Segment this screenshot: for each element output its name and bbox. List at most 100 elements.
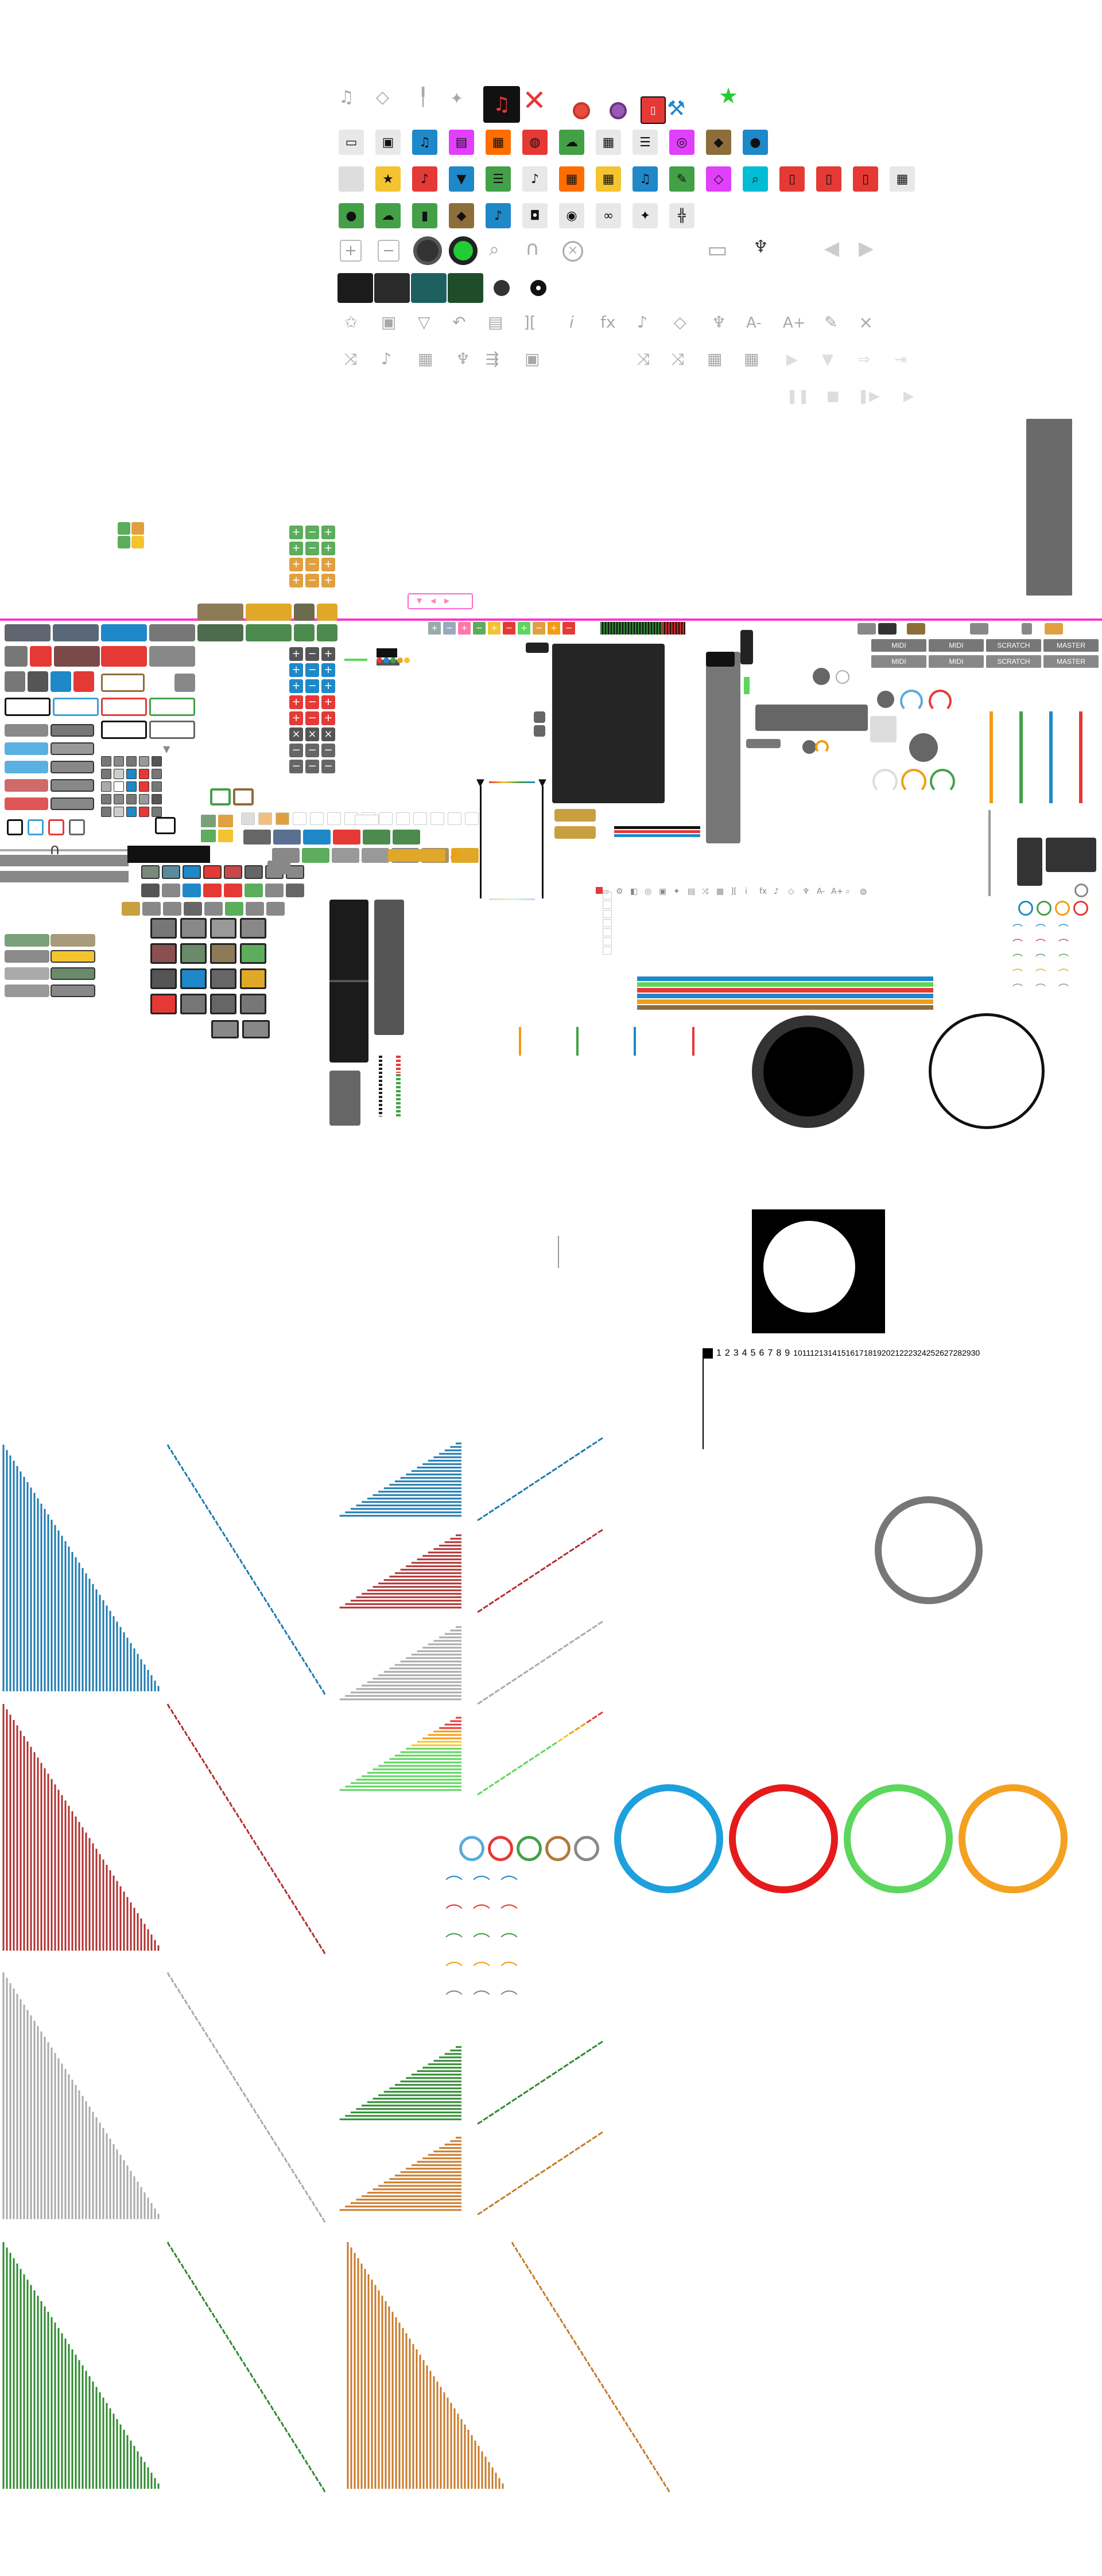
green-outline-button[interactable] bbox=[149, 698, 195, 716]
grid-button[interactable] bbox=[393, 830, 420, 845]
outline-square-green[interactable] bbox=[210, 788, 231, 806]
grid-button-large[interactable] bbox=[210, 994, 236, 1014]
maroon-button[interactable] bbox=[54, 646, 100, 667]
grid-button[interactable] bbox=[163, 902, 181, 916]
mini-toggle[interactable] bbox=[114, 769, 124, 779]
mini-toggle[interactable] bbox=[126, 756, 137, 766]
shuffle-alt-icon[interactable]: ⤨ bbox=[672, 351, 684, 367]
strip-icon[interactable]: ◍ bbox=[860, 887, 867, 896]
tab-scratch[interactable]: SCRATCH bbox=[986, 655, 1041, 668]
blue-square[interactable] bbox=[51, 671, 71, 692]
grid-button-large[interactable] bbox=[150, 968, 177, 989]
stepper-plus-button[interactable]: + bbox=[289, 542, 303, 555]
outline-square-gray[interactable] bbox=[69, 819, 85, 835]
slate-button[interactable] bbox=[53, 624, 99, 641]
strip-icon[interactable]: A- bbox=[817, 887, 825, 896]
grid-button[interactable] bbox=[141, 865, 160, 879]
tab-midi[interactable]: MIDI bbox=[871, 639, 926, 652]
knob-green[interactable] bbox=[449, 236, 478, 265]
mini-toggle[interactable] bbox=[101, 769, 111, 779]
stepper-minus-button[interactable]: − bbox=[305, 744, 319, 757]
outline-square[interactable] bbox=[155, 817, 176, 834]
prev-icon[interactable]: ◀ bbox=[824, 239, 839, 258]
stepper-minus-button[interactable]: − bbox=[321, 744, 335, 757]
filter-icon[interactable]: ▽ bbox=[418, 314, 430, 330]
stepper-plus-button[interactable]: + bbox=[321, 558, 335, 571]
mini-toolbar-button[interactable]: + bbox=[548, 622, 560, 635]
tab-master[interactable]: MASTER bbox=[1043, 639, 1099, 652]
font-smaller-icon[interactable]: A- bbox=[746, 316, 762, 330]
green-button[interactable] bbox=[294, 624, 315, 641]
toolbar-mini-button[interactable] bbox=[379, 812, 393, 825]
strip-icon[interactable]: ◧ bbox=[630, 887, 638, 896]
toolbar-mini-button[interactable] bbox=[241, 812, 255, 825]
stepper-plus-button[interactable]: + bbox=[321, 711, 335, 725]
mini-toggle[interactable] bbox=[152, 781, 162, 792]
strip-icon[interactable]: fx bbox=[759, 887, 767, 896]
music-list-icon[interactable]: ♪ bbox=[381, 351, 391, 367]
stepper-close-button[interactable]: × bbox=[289, 727, 303, 741]
gray-bar[interactable] bbox=[5, 724, 48, 737]
headphones-icon[interactable]: ∩ bbox=[525, 239, 540, 258]
strip-icon[interactable] bbox=[603, 937, 612, 945]
gray-button[interactable] bbox=[149, 646, 195, 667]
header-chip[interactable] bbox=[970, 623, 988, 635]
red-square[interactable] bbox=[30, 646, 52, 667]
grid-button-large[interactable] bbox=[150, 943, 177, 964]
grid-button[interactable] bbox=[286, 884, 304, 897]
stepper-plus-button[interactable]: + bbox=[289, 695, 303, 709]
gray-square[interactable] bbox=[174, 674, 195, 692]
yellow-bar[interactable] bbox=[51, 950, 95, 963]
dark-square[interactable] bbox=[28, 671, 48, 692]
header-chip[interactable] bbox=[1045, 623, 1063, 635]
header-chip[interactable] bbox=[878, 623, 897, 635]
grid-button[interactable] bbox=[362, 848, 389, 863]
blue-button[interactable] bbox=[101, 624, 147, 641]
toolbar-mini-button[interactable] bbox=[413, 812, 427, 825]
pink-tab-icon[interactable]: ▼ bbox=[417, 597, 422, 605]
stepper-minus-button[interactable]: − bbox=[289, 744, 303, 757]
gray-button[interactable] bbox=[5, 624, 51, 641]
knob-gray-large[interactable] bbox=[909, 733, 938, 762]
grid-button[interactable] bbox=[302, 848, 329, 863]
strip-icon[interactable] bbox=[603, 910, 612, 918]
blue-outline-button[interactable] bbox=[53, 698, 99, 716]
stepper-plus-button[interactable]: + bbox=[321, 679, 335, 693]
grid-button-large[interactable] bbox=[240, 918, 266, 939]
mini-toggle[interactable] bbox=[139, 756, 149, 766]
grid-button[interactable] bbox=[267, 861, 290, 874]
mini-toolbar-button[interactable]: − bbox=[562, 622, 575, 635]
stepper-plus-button[interactable]: + bbox=[321, 663, 335, 677]
stepper-plus-button[interactable]: + bbox=[289, 574, 303, 587]
grid-button[interactable] bbox=[183, 884, 201, 897]
mini-toggle[interactable] bbox=[126, 794, 137, 804]
gray-bar-outlined[interactable] bbox=[51, 779, 94, 792]
stepper-plus-button[interactable]: − bbox=[305, 695, 319, 709]
pink-tab-icon[interactable]: ◀ bbox=[430, 597, 436, 605]
gray-bar[interactable] bbox=[5, 950, 49, 963]
grid-button[interactable] bbox=[162, 865, 180, 879]
grid-button[interactable] bbox=[162, 884, 180, 897]
mini-toggle[interactable] bbox=[139, 807, 149, 817]
mic-icon[interactable]: ♆ bbox=[712, 314, 726, 330]
green-bar-outlined[interactable] bbox=[51, 967, 95, 980]
toolbar-mini-button[interactable] bbox=[293, 812, 306, 825]
gray-bar-outlined[interactable] bbox=[51, 742, 94, 755]
play-icon[interactable]: ▶ bbox=[903, 389, 914, 403]
mic-icon[interactable]: ♆ bbox=[753, 239, 769, 256]
red-button[interactable] bbox=[101, 646, 147, 667]
mini-toggle[interactable] bbox=[101, 807, 111, 817]
next-icon[interactable]: ▶ bbox=[859, 239, 874, 258]
grid-button-large[interactable] bbox=[150, 918, 177, 939]
grid-button-large[interactable] bbox=[180, 918, 207, 939]
play-next-icon[interactable]: ▶ bbox=[786, 352, 798, 367]
gold-dropdown[interactable] bbox=[554, 826, 596, 839]
mini-toggle[interactable] bbox=[126, 807, 137, 817]
star-add-icon[interactable]: ✩ bbox=[344, 314, 358, 330]
mini-toolbar-button[interactable]: − bbox=[443, 622, 456, 635]
tan-bar[interactable] bbox=[51, 934, 95, 947]
stepper-plus-button[interactable]: + bbox=[321, 647, 335, 661]
grid-button-large[interactable] bbox=[240, 968, 266, 989]
grid-button[interactable] bbox=[245, 865, 263, 879]
stepper-plus-button[interactable]: − bbox=[305, 542, 319, 555]
